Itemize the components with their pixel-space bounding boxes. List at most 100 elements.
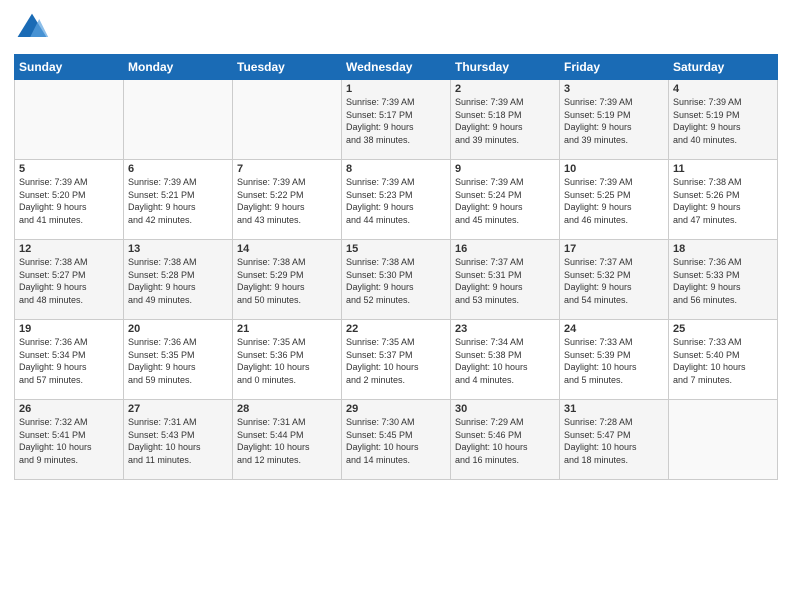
calendar-cell: 29Sunrise: 7:30 AM Sunset: 5:45 PM Dayli… <box>342 400 451 480</box>
day-info: Sunrise: 7:39 AM Sunset: 5:19 PM Dayligh… <box>564 96 664 146</box>
calendar-cell: 14Sunrise: 7:38 AM Sunset: 5:29 PM Dayli… <box>233 240 342 320</box>
day-info: Sunrise: 7:39 AM Sunset: 5:21 PM Dayligh… <box>128 176 228 226</box>
logo-icon <box>14 10 50 46</box>
calendar-cell: 2Sunrise: 7:39 AM Sunset: 5:18 PM Daylig… <box>451 80 560 160</box>
day-info: Sunrise: 7:36 AM Sunset: 5:33 PM Dayligh… <box>673 256 773 306</box>
day-info: Sunrise: 7:39 AM Sunset: 5:20 PM Dayligh… <box>19 176 119 226</box>
logo <box>14 10 54 46</box>
calendar-cell: 9Sunrise: 7:39 AM Sunset: 5:24 PM Daylig… <box>451 160 560 240</box>
day-info: Sunrise: 7:39 AM Sunset: 5:23 PM Dayligh… <box>346 176 446 226</box>
week-row-4: 19Sunrise: 7:36 AM Sunset: 5:34 PM Dayli… <box>15 320 778 400</box>
calendar-cell: 31Sunrise: 7:28 AM Sunset: 5:47 PM Dayli… <box>560 400 669 480</box>
day-number: 29 <box>346 403 446 415</box>
day-info: Sunrise: 7:35 AM Sunset: 5:37 PM Dayligh… <box>346 336 446 386</box>
calendar-cell: 6Sunrise: 7:39 AM Sunset: 5:21 PM Daylig… <box>124 160 233 240</box>
calendar-cell: 17Sunrise: 7:37 AM Sunset: 5:32 PM Dayli… <box>560 240 669 320</box>
weekday-header-tuesday: Tuesday <box>233 55 342 80</box>
day-info: Sunrise: 7:38 AM Sunset: 5:30 PM Dayligh… <box>346 256 446 306</box>
day-number: 14 <box>237 243 337 255</box>
calendar-cell: 4Sunrise: 7:39 AM Sunset: 5:19 PM Daylig… <box>669 80 778 160</box>
day-number: 25 <box>673 323 773 335</box>
day-info: Sunrise: 7:30 AM Sunset: 5:45 PM Dayligh… <box>346 416 446 466</box>
day-info: Sunrise: 7:28 AM Sunset: 5:47 PM Dayligh… <box>564 416 664 466</box>
day-number: 22 <box>346 323 446 335</box>
calendar-header: SundayMondayTuesdayWednesdayThursdayFrid… <box>15 55 778 80</box>
day-info: Sunrise: 7:36 AM Sunset: 5:35 PM Dayligh… <box>128 336 228 386</box>
day-info: Sunrise: 7:39 AM Sunset: 5:24 PM Dayligh… <box>455 176 555 226</box>
day-number: 3 <box>564 83 664 95</box>
weekday-header-saturday: Saturday <box>669 55 778 80</box>
day-number: 18 <box>673 243 773 255</box>
calendar-cell: 27Sunrise: 7:31 AM Sunset: 5:43 PM Dayli… <box>124 400 233 480</box>
day-info: Sunrise: 7:29 AM Sunset: 5:46 PM Dayligh… <box>455 416 555 466</box>
calendar-cell <box>124 80 233 160</box>
day-number: 1 <box>346 83 446 95</box>
calendar-cell: 24Sunrise: 7:33 AM Sunset: 5:39 PM Dayli… <box>560 320 669 400</box>
day-number: 17 <box>564 243 664 255</box>
calendar-cell: 3Sunrise: 7:39 AM Sunset: 5:19 PM Daylig… <box>560 80 669 160</box>
week-row-3: 12Sunrise: 7:38 AM Sunset: 5:27 PM Dayli… <box>15 240 778 320</box>
day-info: Sunrise: 7:31 AM Sunset: 5:43 PM Dayligh… <box>128 416 228 466</box>
day-number: 19 <box>19 323 119 335</box>
day-number: 8 <box>346 163 446 175</box>
day-info: Sunrise: 7:39 AM Sunset: 5:18 PM Dayligh… <box>455 96 555 146</box>
day-number: 2 <box>455 83 555 95</box>
day-number: 30 <box>455 403 555 415</box>
calendar-cell: 18Sunrise: 7:36 AM Sunset: 5:33 PM Dayli… <box>669 240 778 320</box>
day-info: Sunrise: 7:34 AM Sunset: 5:38 PM Dayligh… <box>455 336 555 386</box>
calendar-cell: 30Sunrise: 7:29 AM Sunset: 5:46 PM Dayli… <box>451 400 560 480</box>
day-info: Sunrise: 7:31 AM Sunset: 5:44 PM Dayligh… <box>237 416 337 466</box>
calendar-cell: 25Sunrise: 7:33 AM Sunset: 5:40 PM Dayli… <box>669 320 778 400</box>
calendar-cell: 21Sunrise: 7:35 AM Sunset: 5:36 PM Dayli… <box>233 320 342 400</box>
day-info: Sunrise: 7:38 AM Sunset: 5:28 PM Dayligh… <box>128 256 228 306</box>
week-row-5: 26Sunrise: 7:32 AM Sunset: 5:41 PM Dayli… <box>15 400 778 480</box>
day-info: Sunrise: 7:38 AM Sunset: 5:27 PM Dayligh… <box>19 256 119 306</box>
day-number: 21 <box>237 323 337 335</box>
day-number: 24 <box>564 323 664 335</box>
calendar-cell: 11Sunrise: 7:38 AM Sunset: 5:26 PM Dayli… <box>669 160 778 240</box>
header <box>14 10 778 46</box>
day-number: 31 <box>564 403 664 415</box>
calendar-cell: 7Sunrise: 7:39 AM Sunset: 5:22 PM Daylig… <box>233 160 342 240</box>
weekday-header-wednesday: Wednesday <box>342 55 451 80</box>
calendar-cell: 28Sunrise: 7:31 AM Sunset: 5:44 PM Dayli… <box>233 400 342 480</box>
weekday-header-sunday: Sunday <box>15 55 124 80</box>
day-number: 6 <box>128 163 228 175</box>
day-number: 4 <box>673 83 773 95</box>
day-number: 11 <box>673 163 773 175</box>
calendar-cell <box>233 80 342 160</box>
page: SundayMondayTuesdayWednesdayThursdayFrid… <box>0 0 792 612</box>
day-number: 9 <box>455 163 555 175</box>
day-info: Sunrise: 7:33 AM Sunset: 5:39 PM Dayligh… <box>564 336 664 386</box>
calendar-cell: 15Sunrise: 7:38 AM Sunset: 5:30 PM Dayli… <box>342 240 451 320</box>
weekday-row: SundayMondayTuesdayWednesdayThursdayFrid… <box>15 55 778 80</box>
day-info: Sunrise: 7:37 AM Sunset: 5:32 PM Dayligh… <box>564 256 664 306</box>
day-info: Sunrise: 7:39 AM Sunset: 5:17 PM Dayligh… <box>346 96 446 146</box>
day-number: 16 <box>455 243 555 255</box>
day-info: Sunrise: 7:36 AM Sunset: 5:34 PM Dayligh… <box>19 336 119 386</box>
weekday-header-monday: Monday <box>124 55 233 80</box>
weekday-header-thursday: Thursday <box>451 55 560 80</box>
day-number: 15 <box>346 243 446 255</box>
day-number: 7 <box>237 163 337 175</box>
day-number: 27 <box>128 403 228 415</box>
calendar-cell: 8Sunrise: 7:39 AM Sunset: 5:23 PM Daylig… <box>342 160 451 240</box>
day-number: 13 <box>128 243 228 255</box>
calendar-cell: 26Sunrise: 7:32 AM Sunset: 5:41 PM Dayli… <box>15 400 124 480</box>
day-number: 12 <box>19 243 119 255</box>
calendar-cell: 19Sunrise: 7:36 AM Sunset: 5:34 PM Dayli… <box>15 320 124 400</box>
day-info: Sunrise: 7:35 AM Sunset: 5:36 PM Dayligh… <box>237 336 337 386</box>
day-info: Sunrise: 7:39 AM Sunset: 5:19 PM Dayligh… <box>673 96 773 146</box>
calendar-cell: 1Sunrise: 7:39 AM Sunset: 5:17 PM Daylig… <box>342 80 451 160</box>
day-number: 28 <box>237 403 337 415</box>
day-info: Sunrise: 7:39 AM Sunset: 5:22 PM Dayligh… <box>237 176 337 226</box>
calendar-cell: 12Sunrise: 7:38 AM Sunset: 5:27 PM Dayli… <box>15 240 124 320</box>
calendar-cell <box>669 400 778 480</box>
calendar-cell: 10Sunrise: 7:39 AM Sunset: 5:25 PM Dayli… <box>560 160 669 240</box>
day-info: Sunrise: 7:32 AM Sunset: 5:41 PM Dayligh… <box>19 416 119 466</box>
day-number: 5 <box>19 163 119 175</box>
calendar-cell: 16Sunrise: 7:37 AM Sunset: 5:31 PM Dayli… <box>451 240 560 320</box>
day-info: Sunrise: 7:39 AM Sunset: 5:25 PM Dayligh… <box>564 176 664 226</box>
day-info: Sunrise: 7:38 AM Sunset: 5:26 PM Dayligh… <box>673 176 773 226</box>
day-number: 23 <box>455 323 555 335</box>
